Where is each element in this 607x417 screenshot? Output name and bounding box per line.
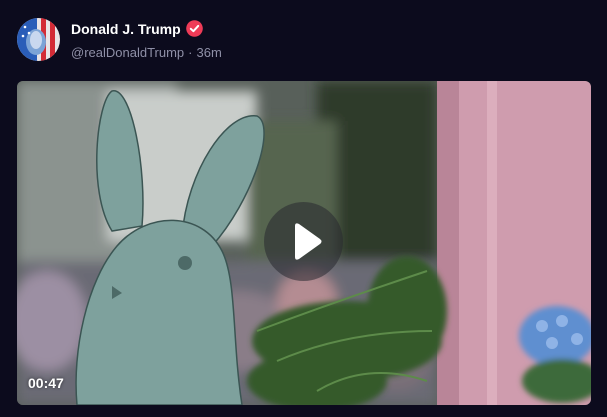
play-button[interactable] xyxy=(264,202,343,281)
author-meta-row: @realDonaldTrump · 36m xyxy=(71,45,222,60)
author-display-name[interactable]: Donald J. Trump xyxy=(71,21,181,37)
play-icon xyxy=(295,223,322,260)
avatar-image xyxy=(17,18,60,61)
author-handle[interactable]: @realDonaldTrump xyxy=(71,45,184,60)
author-name-row: Donald J. Trump xyxy=(71,20,203,37)
avatar[interactable] xyxy=(17,18,60,61)
video-duration: 00:47 xyxy=(28,375,64,391)
video-player[interactable]: 00:47 xyxy=(17,81,591,405)
post-timestamp[interactable]: 36m xyxy=(197,45,222,60)
meta-separator: · xyxy=(188,45,193,60)
verified-badge-icon xyxy=(185,20,203,37)
